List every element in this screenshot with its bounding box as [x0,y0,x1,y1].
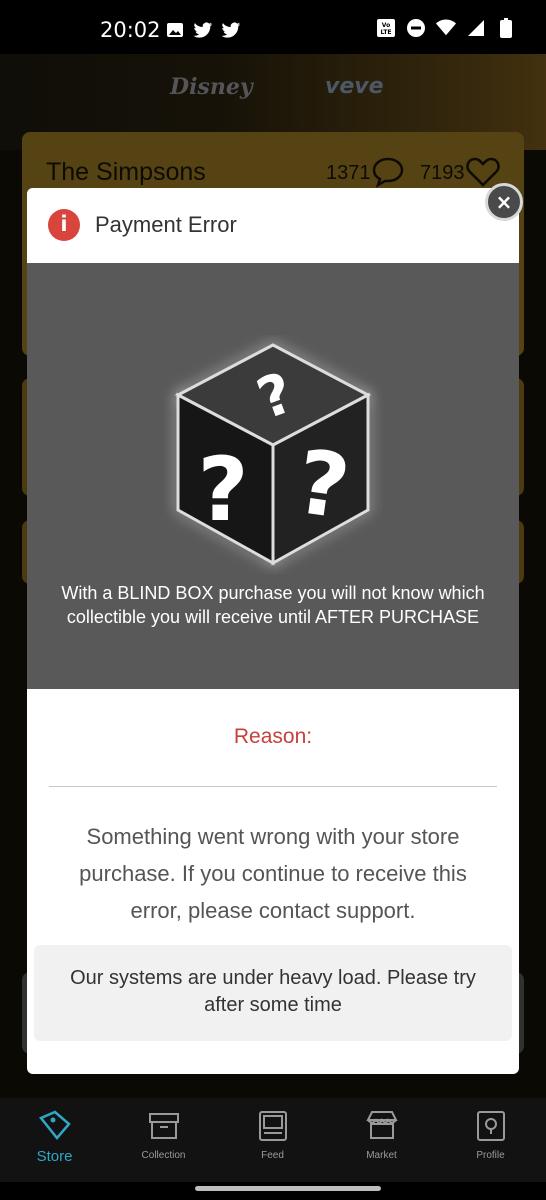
archive-box-icon [148,1113,179,1139]
battery-icon [496,18,516,38]
svg-text:?: ? [197,438,248,541]
reason-label: Reason: [233,725,313,748]
signal-icon [466,18,486,38]
nav-profile[interactable]: Profile [436,1108,545,1161]
load-notice: Our systems are under heavy load. Please… [34,945,512,1041]
mystery-box-icon: ? ? ? [174,343,372,566]
divider [49,786,497,787]
do-not-disturb-icon [406,18,426,38]
close-icon: × [495,190,513,214]
blind-box-caption: With a BLIND BOX purchase you will not k… [61,583,485,627]
blind-box-image: ? ? ? With a BLIND BOX purchase you will… [27,263,519,689]
error-icon: i [48,209,80,241]
load-notice-text: Our systems are under heavy load. Please… [70,967,476,1016]
gesture-area [0,1182,546,1200]
bottom-navigation: Store Collection Feed Market Profile [0,1098,546,1182]
market-stall-icon [365,1111,398,1139]
svg-text:LTE: LTE [380,29,391,36]
close-button[interactable]: × [485,183,523,221]
dialog-header: i Payment Error [27,188,519,263]
system-icons: Vo LTE [376,18,516,38]
profile-icon [476,1111,505,1141]
nav-store[interactable]: Store [0,1108,109,1165]
payment-error-dialog: i Payment Error ? ? ? With a BLIND BOX p… [27,188,519,1074]
nav-collection[interactable]: Collection [109,1108,218,1161]
twitter-icon [193,20,213,40]
status-time: 20:02 [100,18,161,42]
dialog-title: Payment Error [95,212,237,237]
volte-icon: Vo LTE [376,18,396,38]
status-bar: 20:02 Vo LTE [0,0,546,54]
notification-icons [165,20,241,40]
gallery-icon [165,20,185,40]
error-message: Something went wrong with your store pur… [79,824,467,923]
store-tag-icon [38,1110,71,1140]
nav-market[interactable]: Market [327,1108,436,1161]
wifi-icon [436,18,456,38]
nav-feed[interactable]: Feed [218,1108,327,1161]
feed-icon [258,1111,287,1141]
twitter-icon [221,20,241,40]
svg-text:Vo: Vo [382,22,390,29]
home-gesture-bar[interactable] [195,1186,381,1191]
